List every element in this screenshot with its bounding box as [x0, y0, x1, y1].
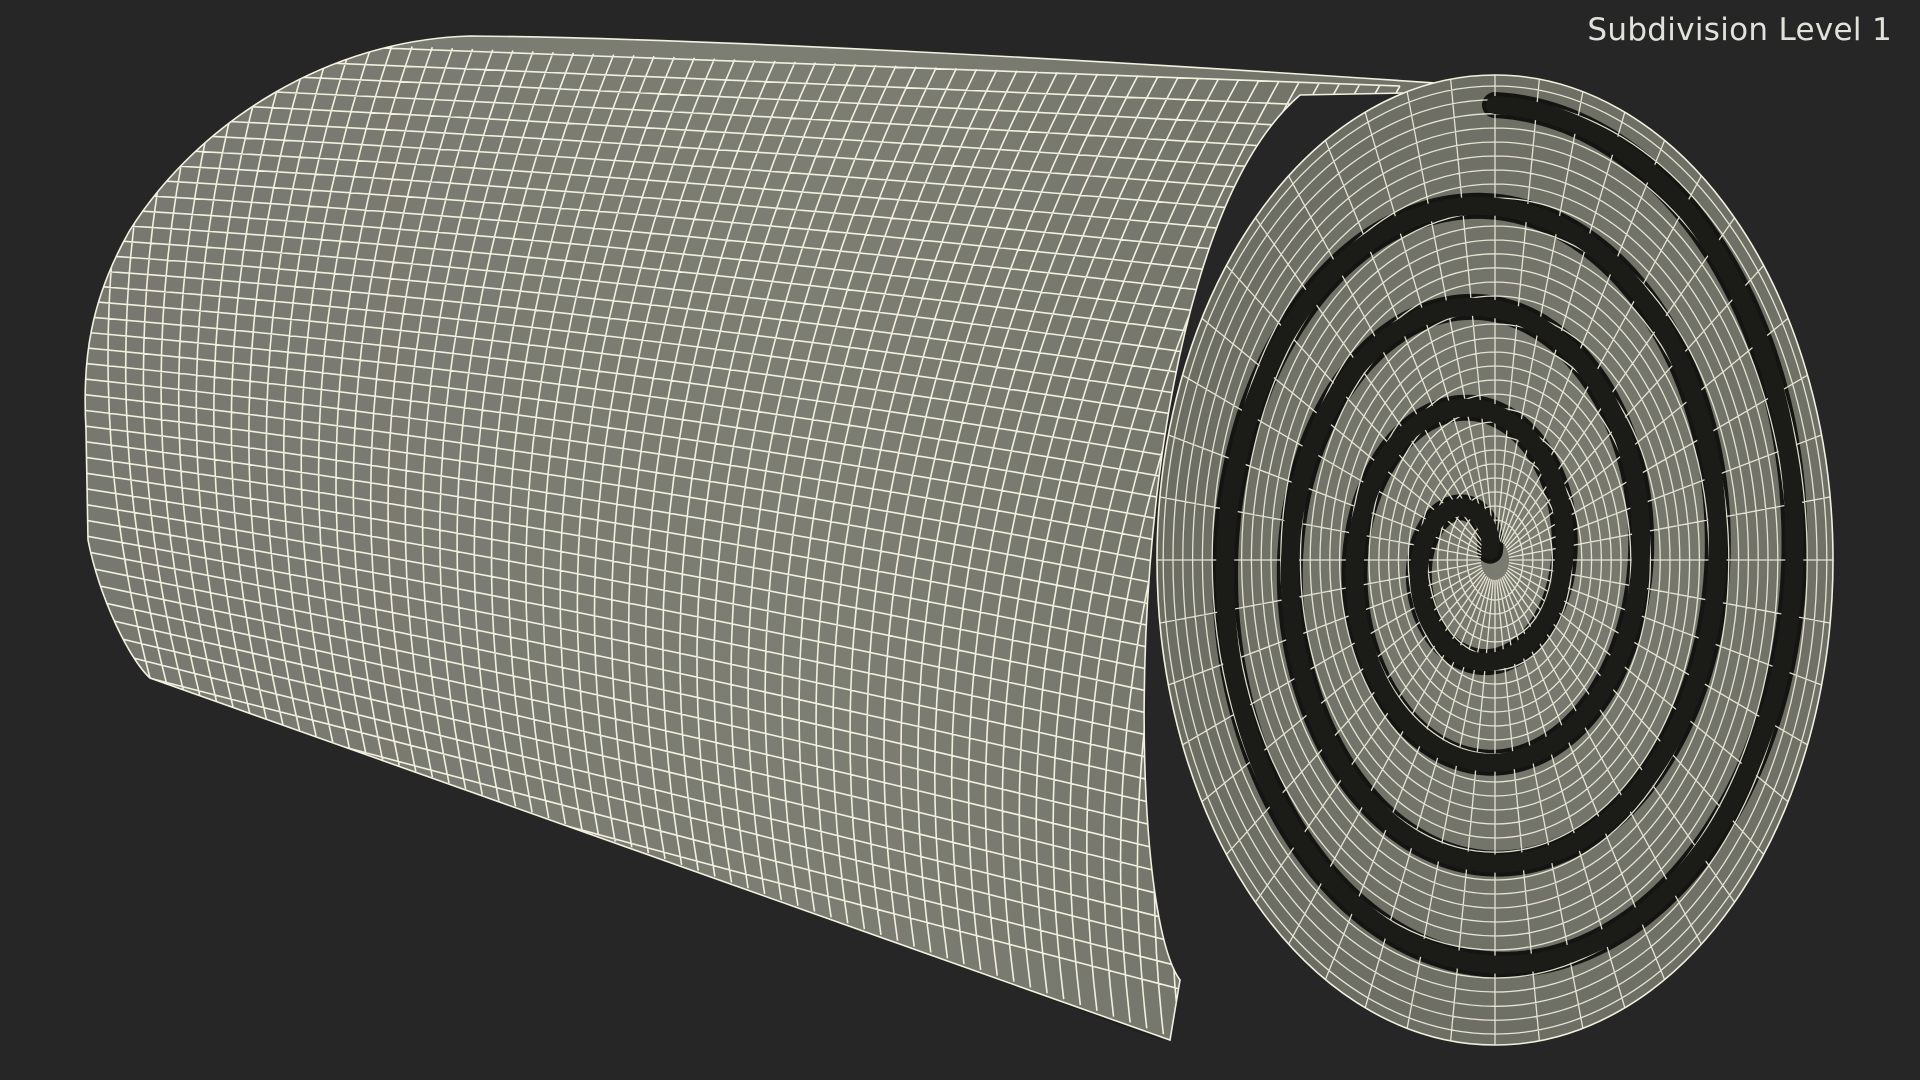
spiral-end-face	[1156, 74, 1834, 1046]
render-viewport[interactable]: Subdivision Level 1	[0, 0, 1920, 1080]
subdivision-level-label: Subdivision Level 1	[1587, 12, 1892, 48]
rolled-mat-render	[84, 35, 1834, 1046]
